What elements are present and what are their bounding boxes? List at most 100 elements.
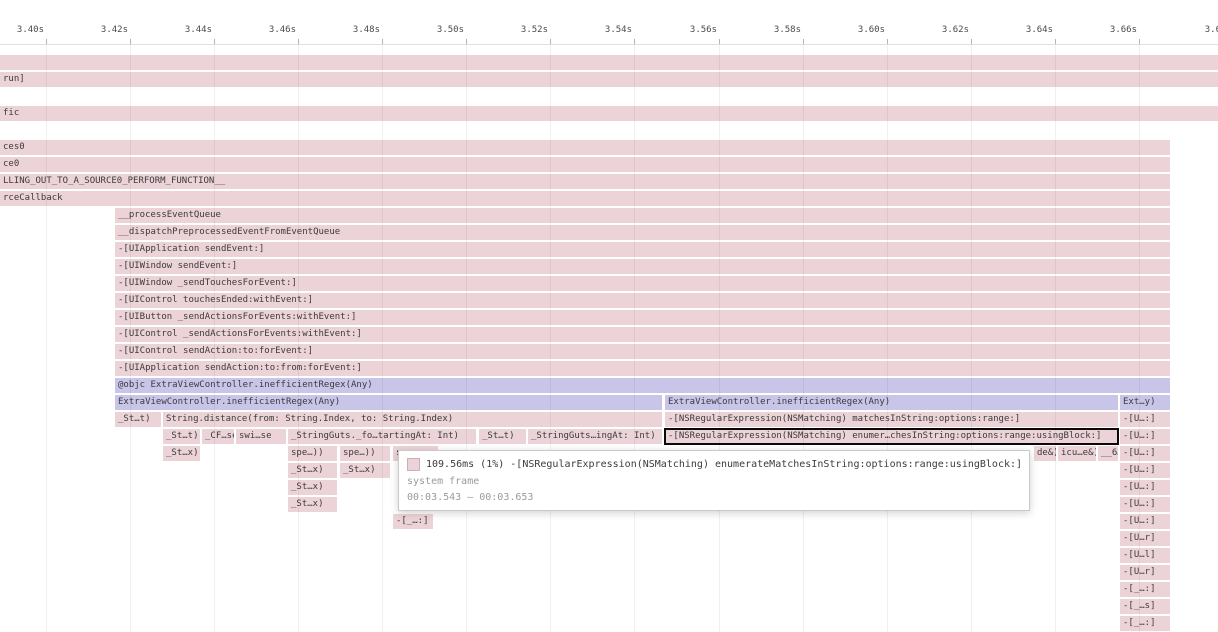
flame-bar[interactable]: -[UIWindow _sendTouchesForEvent:] xyxy=(115,276,1170,291)
ruler-tick-mark xyxy=(466,39,467,44)
flame-bar[interactable]: -[_…s] xyxy=(1120,599,1170,614)
flame-bar[interactable]: LLING_OUT_TO_A_SOURCE0_PERFORM_FUNCTION_… xyxy=(0,174,1170,189)
tooltip-header: 109.56ms (1%) -[NSRegularExpression(NSMa… xyxy=(407,458,1021,471)
ruler-tick-mark xyxy=(971,39,972,44)
ruler-tick-mark xyxy=(298,39,299,44)
tooltip-time-range: 00:03.543 — 00:03.653 xyxy=(407,492,1021,503)
flame-bar[interactable]: -[U…:] xyxy=(1120,497,1170,512)
ruler-tick-label: 3.60s xyxy=(851,25,885,35)
flame-graph-view: 3.40s 3.42s 3.44s 3.46s 3.48s 3.50s 3.52s 3.54s… xyxy=(0,0,1218,632)
flame-bar[interactable]: -[UIButton _sendActionsForEvents:withEve… xyxy=(115,310,1170,325)
flame-bar[interactable]: fic xyxy=(0,106,1218,121)
flame-bar[interactable]: -[_…:] xyxy=(1120,616,1170,631)
ruler-tick-label: 3.48s xyxy=(346,25,380,35)
gridline xyxy=(46,45,47,632)
ruler-tick-label: 3.46s xyxy=(262,25,296,35)
gridline xyxy=(1139,45,1140,632)
flame-bar[interactable]: -[U…l] xyxy=(1120,548,1170,563)
gridline xyxy=(803,45,804,632)
flame-bar[interactable]: __6…)e xyxy=(1098,446,1118,461)
flame-bar[interactable]: -[U…:] xyxy=(1120,446,1170,461)
flame-bar[interactable]: -[U…r] xyxy=(1120,531,1170,546)
gridline xyxy=(466,45,467,632)
ruler-tick-mark xyxy=(550,39,551,44)
ruler-tick-mark xyxy=(1055,39,1056,44)
flame-bar[interactable]: _St…t) xyxy=(163,429,200,444)
ruler-tick-label: 3.66s xyxy=(1103,25,1137,35)
gridline xyxy=(130,45,131,632)
flame-bar[interactable]: _CF…se xyxy=(202,429,234,444)
flame-bar[interactable]: @objc ExtraViewController.inefficientReg… xyxy=(115,378,1170,393)
flame-bar[interactable]: _St…x) xyxy=(288,463,337,478)
ruler-tick-mark xyxy=(887,39,888,44)
flame-bar[interactable]: icu…e&) xyxy=(1058,446,1096,461)
gridline xyxy=(214,45,215,632)
ruler-tick-label: 3.52s xyxy=(514,25,548,35)
flame-bar[interactable]: -[U…:] xyxy=(1120,514,1170,529)
ruler-tick-mark xyxy=(803,39,804,44)
flame-bar[interactable]: ExtraViewController.inefficientRegex(Any… xyxy=(115,395,662,410)
flame-bar[interactable]: de&) xyxy=(1034,446,1056,461)
ruler-tick-label: 3.6 xyxy=(1187,25,1218,35)
tooltip: 109.56ms (1%) -[NSRegularExpression(NSMa… xyxy=(398,450,1030,511)
flame-bar[interactable]: -[U…:] xyxy=(1120,429,1170,444)
flame-bar[interactable]: Ext…y) xyxy=(1120,395,1170,410)
flame-bar[interactable]: -[_…:] xyxy=(1120,582,1170,597)
flame-bar[interactable]: -[UIWindow sendEvent:] xyxy=(115,259,1170,274)
flame-bar[interactable]: -[U…:] xyxy=(1120,463,1170,478)
flame-bar[interactable]: -[UIApplication sendAction:to:from:forEv… xyxy=(115,361,1170,376)
ruler-tick-label: 3.54s xyxy=(598,25,632,35)
ruler-tick-label: 3.50s xyxy=(430,25,464,35)
flame-bar[interactable]: _St…x) xyxy=(288,480,337,495)
gridline xyxy=(719,45,720,632)
flame-bar[interactable]: _St…x) xyxy=(288,497,337,512)
flame-bar[interactable]: ces0 xyxy=(0,140,1170,155)
flame-bar[interactable]: -[UIControl _sendActionsForEvents:withEv… xyxy=(115,327,1170,342)
flame-bar[interactable]: String.distance(from: String.Index, to: … xyxy=(163,412,662,427)
ruler-tick-mark xyxy=(719,39,720,44)
flame-bar[interactable]: _St…t) xyxy=(115,412,161,427)
gridline xyxy=(634,45,635,632)
flame-bar[interactable]: rceCallback xyxy=(0,191,1170,206)
ruler-tick-label: 3.44s xyxy=(178,25,212,35)
ruler-tick-label: 3.56s xyxy=(683,25,717,35)
gridline xyxy=(298,45,299,632)
gridline xyxy=(382,45,383,632)
ruler-tick-label: 3.62s xyxy=(935,25,969,35)
flame-bar[interactable]: swi…se xyxy=(236,429,286,444)
flame-bar[interactable]: -[U…:] xyxy=(1120,480,1170,495)
flame-bar[interactable]: __processEventQueue xyxy=(115,208,1170,223)
flame-bar[interactable]: -[_…:] xyxy=(393,514,433,529)
flame-chart: run] fic ces0 ce0 LLING_OUT_TO_A_SOURCE0_PER… xyxy=(0,0,1218,632)
ruler-tick-mark xyxy=(382,39,383,44)
gridline xyxy=(971,45,972,632)
selected-flame-bar[interactable]: -[NSRegularExpression(NSMatching) enumer… xyxy=(665,429,1118,444)
flame-bar[interactable]: _StringGuts…ingAt: Int) xyxy=(528,429,662,444)
flame-bar[interactable]: -[UIControl sendAction:to:forEvent:] xyxy=(115,344,1170,359)
flame-bar[interactable]: run] xyxy=(0,72,1218,87)
tooltip-subtitle: system frame xyxy=(407,476,1021,487)
ruler-tick-label: 3.58s xyxy=(767,25,801,35)
flame-bar[interactable]: spe…)) xyxy=(288,446,337,461)
ruler-tick-label: 3.42s xyxy=(94,25,128,35)
flame-bar[interactable]: ce0 xyxy=(0,157,1170,172)
ruler-tick-mark xyxy=(130,39,131,44)
flame-bar[interactable]: -[UIApplication sendEvent:] xyxy=(115,242,1170,257)
flame-bar[interactable]: _St…t) xyxy=(479,429,526,444)
flame-bar[interactable]: __dispatchPreprocessedEventFromEventQueu… xyxy=(115,225,1170,240)
flame-bar[interactable]: -[NSRegularExpression(NSMatching) matche… xyxy=(665,412,1118,427)
gridline xyxy=(550,45,551,632)
ruler-tick-mark xyxy=(634,39,635,44)
tooltip-title: 109.56ms (1%) -[NSRegularExpression(NSMa… xyxy=(426,459,1021,470)
ruler-tick-label: 3.40s xyxy=(10,25,44,35)
gridline xyxy=(887,45,888,632)
timeline-ruler[interactable]: 3.40s 3.42s 3.44s 3.46s 3.48s 3.50s 3.52s 3.54s… xyxy=(0,0,1218,45)
flame-bar[interactable]: -[U…:] xyxy=(1120,412,1170,427)
flame-bar[interactable]: -[UIControl touchesEnded:withEvent:] xyxy=(115,293,1170,308)
ruler-tick-label: 3.64s xyxy=(1019,25,1053,35)
flame-bar[interactable]: _St…x) xyxy=(163,446,200,461)
ruler-tick-mark xyxy=(46,39,47,44)
flame-bar[interactable] xyxy=(0,55,1218,70)
flame-bar[interactable]: -[U…r] xyxy=(1120,565,1170,580)
flame-bar[interactable]: ExtraViewController.inefficientRegex(Any… xyxy=(665,395,1118,410)
